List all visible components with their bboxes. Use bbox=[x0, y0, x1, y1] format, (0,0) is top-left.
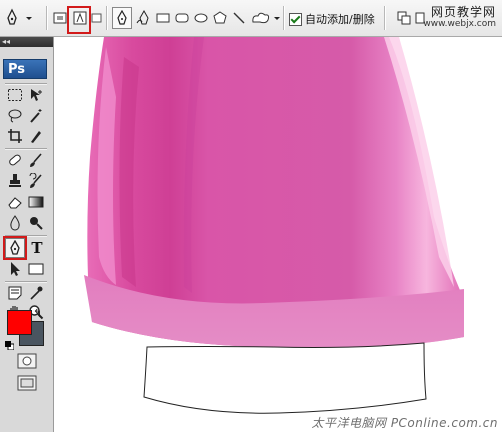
default-colors-icon[interactable] bbox=[5, 335, 15, 351]
freeform-pen-icon[interactable] bbox=[135, 7, 153, 29]
collapse-icon[interactable]: ◂◂ bbox=[2, 37, 10, 46]
eyedropper-icon[interactable] bbox=[26, 283, 46, 303]
watermark-title: 网页教学网 bbox=[430, 5, 496, 19]
toolbox-header[interactable]: ◂◂ bbox=[0, 37, 53, 47]
watermark-bottom: 太平洋电脑网 PConline.com.cn bbox=[311, 416, 498, 430]
auto-add-delete-label: 自动添加/删除 bbox=[305, 13, 375, 26]
move-tool-icon[interactable] bbox=[26, 85, 46, 105]
notes-tool-icon[interactable] bbox=[5, 283, 25, 303]
path-selection-icon[interactable] bbox=[5, 259, 25, 279]
history-brush-icon[interactable] bbox=[26, 171, 46, 191]
path-combine-icon[interactable] bbox=[396, 7, 412, 29]
gradient-tool-icon[interactable] bbox=[26, 192, 46, 212]
polygon-shape-icon[interactable] bbox=[212, 7, 228, 29]
custom-shape-icon[interactable] bbox=[250, 7, 280, 29]
swap-colors-icon[interactable]: ↰ bbox=[33, 307, 42, 320]
auto-add-delete-option[interactable]: 自动添加/删除 bbox=[289, 11, 375, 27]
ellipse-shape-icon[interactable] bbox=[193, 7, 209, 29]
rounded-rectangle-icon[interactable] bbox=[174, 7, 190, 29]
crop-tool-icon[interactable] bbox=[5, 126, 25, 146]
foreground-color-swatch[interactable] bbox=[7, 310, 32, 335]
healing-brush-icon[interactable] bbox=[5, 150, 25, 170]
toolbox-panel: ◂◂ Ps T ↰ bbox=[0, 37, 54, 432]
document-canvas[interactable]: 太平洋电脑网 PConline.com.cn bbox=[54, 37, 502, 432]
pen-option-icon[interactable] bbox=[112, 7, 132, 29]
ps-logo[interactable]: Ps bbox=[3, 59, 47, 79]
pen-tool-highlight-box bbox=[3, 236, 27, 260]
paths-highlight-box bbox=[67, 6, 91, 34]
lasso-tool-icon[interactable] bbox=[5, 106, 25, 126]
brush-tool-icon[interactable] bbox=[26, 150, 46, 170]
line-shape-icon[interactable] bbox=[231, 7, 247, 29]
tool-preset-picker[interactable] bbox=[4, 7, 34, 29]
rectangle-tool-icon[interactable] bbox=[26, 259, 46, 279]
eraser-tool-icon[interactable] bbox=[5, 192, 25, 212]
bottle-artwork bbox=[84, 37, 465, 414]
shape-layers-icon[interactable] bbox=[52, 7, 68, 29]
clone-stamp-icon[interactable] bbox=[5, 171, 25, 191]
screen-mode-icon[interactable] bbox=[16, 373, 38, 393]
options-bar: 自动添加/删除 网页教学网 www.webjx.com bbox=[0, 0, 502, 37]
auto-add-delete-checkbox[interactable] bbox=[289, 12, 302, 26]
magic-wand-icon[interactable] bbox=[26, 106, 46, 126]
watermark-url: www.webjx.com bbox=[423, 19, 496, 29]
slice-tool-icon[interactable] bbox=[26, 126, 46, 146]
fill-pixels-icon[interactable] bbox=[91, 7, 103, 29]
rectangle-shape-icon[interactable] bbox=[155, 7, 171, 29]
dodge-tool-icon[interactable] bbox=[26, 213, 46, 233]
quick-mask-icon[interactable] bbox=[16, 351, 38, 371]
blur-tool-icon[interactable] bbox=[5, 213, 25, 233]
watermark-top: 网页教学网 www.webjx.com bbox=[423, 3, 496, 29]
marquee-tool-icon[interactable] bbox=[5, 85, 25, 105]
type-tool-icon[interactable]: T bbox=[27, 238, 47, 258]
